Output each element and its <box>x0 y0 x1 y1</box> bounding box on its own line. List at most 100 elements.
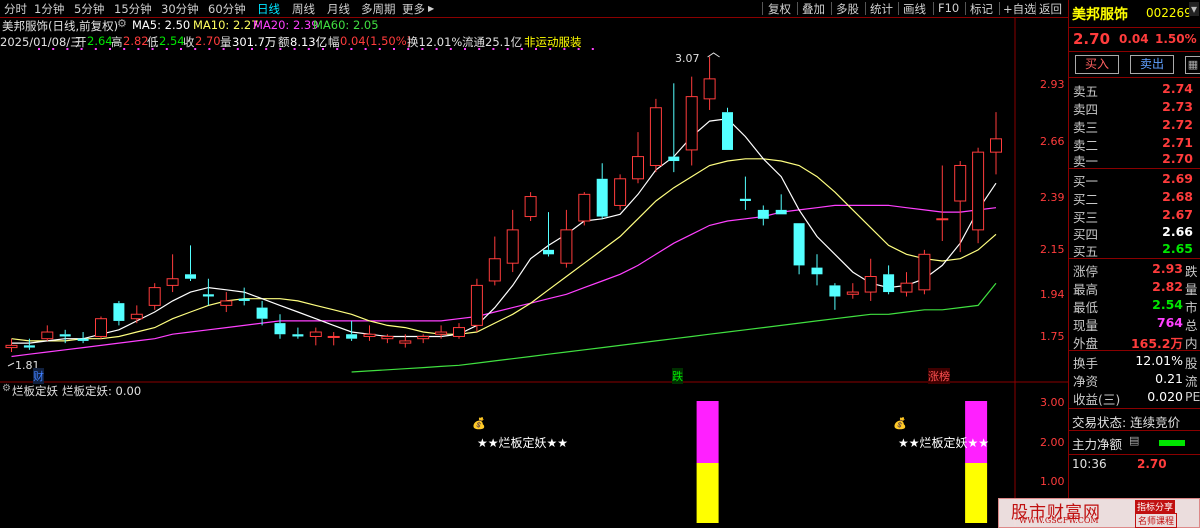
main-net-icon[interactable]: ▤ <box>1129 434 1139 447</box>
event-dot <box>222 48 225 50</box>
candle[interactable] <box>722 107 733 150</box>
candle[interactable] <box>453 323 465 339</box>
candle-body <box>95 318 107 337</box>
candle[interactable] <box>829 283 841 310</box>
candle[interactable] <box>596 163 608 219</box>
candle-body <box>649 107 662 166</box>
candle[interactable] <box>757 205 769 226</box>
dropdown-icon[interactable]: ▾ <box>1189 2 1200 16</box>
candle[interactable] <box>846 283 859 299</box>
candle-body <box>113 303 125 321</box>
finance-tag[interactable]: 财 <box>33 368 44 384</box>
candle[interactable] <box>488 236 501 286</box>
candle[interactable] <box>990 112 1002 175</box>
candle[interactable] <box>954 161 967 253</box>
bid-price: 2.67 <box>1162 207 1193 222</box>
candle-body <box>488 258 501 282</box>
candle[interactable] <box>166 254 179 293</box>
candle[interactable] <box>918 249 931 295</box>
candle[interactable] <box>274 314 286 339</box>
candle[interactable] <box>649 98 662 173</box>
ask-price: 2.70 <box>1162 151 1193 166</box>
grid-icon[interactable]: ▦ <box>1185 56 1200 74</box>
candle[interactable] <box>703 56 716 110</box>
bid-row: 买二 2.68 <box>1069 188 1200 207</box>
candle[interactable] <box>560 209 573 268</box>
candle[interactable] <box>256 300 268 326</box>
event-dot <box>464 48 466 50</box>
stat-row: 最低 2.54 市 <box>1069 296 1200 315</box>
event-dot <box>364 48 367 50</box>
stock-name: 美邦服饰 <box>1072 7 1128 23</box>
candle[interactable] <box>775 194 787 215</box>
indicator-title[interactable]: 烂板定妖 <box>12 383 58 399</box>
event-dot <box>251 48 253 50</box>
candle[interactable] <box>113 300 125 326</box>
watermark-url: WWW.GSCFW.COM <box>1019 516 1099 525</box>
candle[interactable] <box>417 334 430 344</box>
event-dot <box>94 48 97 50</box>
candle[interactable] <box>95 316 107 339</box>
candle-body <box>596 178 608 217</box>
candle[interactable] <box>685 76 698 166</box>
candle[interactable] <box>811 254 823 286</box>
event-dot <box>378 48 381 50</box>
candle-body <box>936 218 949 221</box>
stat-row: 现量 764 总 <box>1069 314 1200 333</box>
candle[interactable] <box>632 132 644 184</box>
signal-label: ★★烂板定妖★★ <box>898 436 990 450</box>
stat-value: 0.020 <box>1147 389 1183 404</box>
candle[interactable] <box>220 292 233 313</box>
candle[interactable] <box>202 278 214 306</box>
event-dot <box>549 48 552 50</box>
stat-value: 2.82 <box>1152 279 1183 294</box>
event-dot <box>307 48 310 50</box>
candle[interactable] <box>309 327 322 346</box>
candle[interactable] <box>185 245 196 281</box>
candle[interactable] <box>793 223 805 275</box>
candle[interactable] <box>524 192 537 221</box>
ask-row: 卖四 2.73 <box>1069 98 1200 117</box>
candle[interactable] <box>972 147 985 244</box>
candle[interactable] <box>238 287 250 306</box>
candle-body <box>793 223 805 266</box>
sell-button[interactable]: 卖出 <box>1130 55 1174 74</box>
ask-price: 2.73 <box>1162 99 1193 114</box>
bid-row: 买一 2.69 <box>1069 170 1200 189</box>
ma60-line <box>351 282 997 373</box>
stat-value: 764 <box>1156 315 1183 330</box>
candle[interactable] <box>506 209 519 273</box>
bid-price: 2.69 <box>1162 171 1193 186</box>
candle-body <box>864 276 877 293</box>
candle[interactable] <box>668 83 680 173</box>
candle[interactable] <box>864 258 877 301</box>
buy-button[interactable]: 买入 <box>1075 55 1119 74</box>
event-dot <box>322 48 324 50</box>
limit-list-tag[interactable]: 涨榜 <box>928 368 950 384</box>
candle[interactable] <box>327 332 340 346</box>
event-dot <box>236 48 239 50</box>
event-dot <box>421 48 424 50</box>
candle[interactable] <box>130 305 143 324</box>
candle[interactable] <box>739 176 751 210</box>
candle[interactable] <box>900 272 913 297</box>
event-dot <box>449 48 452 50</box>
candle[interactable] <box>292 327 304 339</box>
candle-body <box>327 335 340 338</box>
candle[interactable] <box>148 283 161 310</box>
candle[interactable] <box>936 165 949 241</box>
main-net-label[interactable]: 主力净额 <box>1072 434 1122 453</box>
candle-body <box>417 335 430 340</box>
candle[interactable] <box>578 192 591 226</box>
price-tick: 1.75 <box>1040 330 1065 343</box>
candle-body <box>829 285 841 297</box>
drop-tag[interactable]: 跌 <box>672 368 683 384</box>
price-change: 0.04 <box>1119 32 1149 46</box>
candle[interactable] <box>41 325 54 341</box>
candle[interactable] <box>614 174 627 210</box>
candle[interactable] <box>470 278 483 333</box>
candle[interactable] <box>5 338 18 353</box>
candle[interactable] <box>543 212 554 257</box>
candle[interactable] <box>883 265 895 295</box>
indicator-gear-icon[interactable]: ⚙ <box>2 383 11 394</box>
